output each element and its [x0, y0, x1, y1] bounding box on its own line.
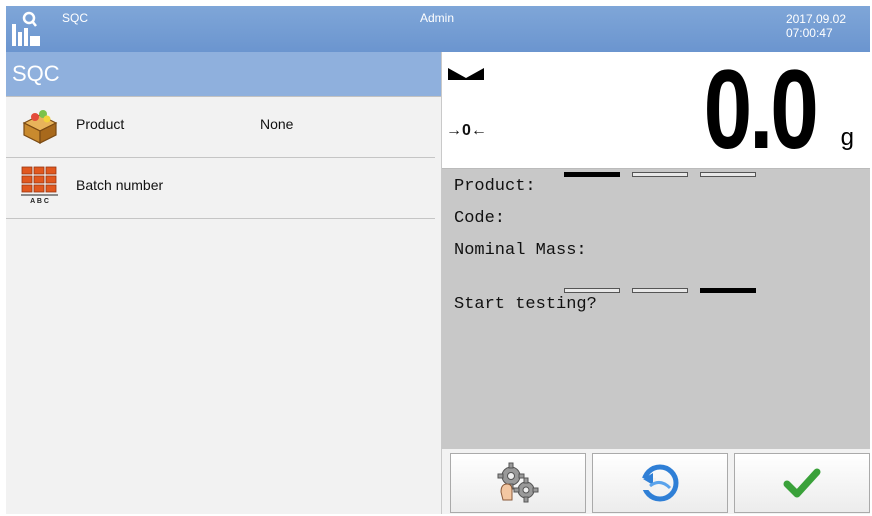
- bar-indicator: [564, 288, 620, 293]
- top-bar: SQC Admin 2017.09.02 07:00:47: [6, 6, 870, 52]
- batch-number-label: Batch number: [76, 177, 164, 193]
- app-window: SQC Admin 2017.09.02 07:00:47 SQC Produc…: [6, 6, 870, 514]
- confirm-button[interactable]: [734, 453, 870, 513]
- back-button[interactable]: [592, 453, 728, 513]
- weight-display: →0← 0.0 g: [442, 52, 870, 169]
- product-value: None: [260, 116, 294, 132]
- confirm-check-icon: [783, 468, 821, 498]
- time-text: 07:00:47: [785, 26, 833, 40]
- list-item-batch-number[interactable]: A B C Batch number: [6, 158, 435, 219]
- nominal-mass-label: Nominal Mass:: [454, 241, 587, 260]
- date-text: 2017.09.02: [785, 12, 846, 26]
- bar-indicator: [564, 172, 620, 177]
- start-testing-prompt: Start testing?: [454, 295, 597, 314]
- bar-indicator: [632, 172, 688, 177]
- product-field-label: Product:: [454, 177, 536, 196]
- settings-button[interactable]: [450, 453, 586, 513]
- date-time: 2017.09.02 07:00:47: [786, 12, 846, 40]
- right-panel: →0← 0.0 g Product: Code: Nominal Mass: S…: [442, 52, 870, 514]
- zero-indicator: →0←: [446, 122, 487, 139]
- code-field-label: Code:: [454, 209, 506, 228]
- product-label: Product: [76, 116, 125, 132]
- left-panel: SQC Product None A B C Batch number: [6, 52, 442, 514]
- weight-value: 0.0: [703, 47, 819, 172]
- list-item-product[interactable]: Product None: [6, 97, 435, 158]
- stability-marker-icon: [448, 68, 484, 80]
- settings-gears-icon: [497, 462, 539, 503]
- back-return-icon: [640, 464, 679, 502]
- info-panel: Product: Code: Nominal Mass: Start testi…: [442, 169, 870, 449]
- bar-indicator: [632, 288, 688, 293]
- svg-text:A B C: A B C: [30, 198, 49, 205]
- panel-title: SQC: [6, 52, 441, 97]
- bar-indicator: [700, 172, 756, 177]
- button-row: [442, 449, 870, 514]
- weight-unit: g: [840, 124, 854, 151]
- batch-abc-icon: A B C: [21, 166, 58, 205]
- bar-indicator: [700, 288, 756, 293]
- app-title: SQC: [62, 11, 89, 25]
- user-name: Admin: [420, 11, 455, 25]
- product-box-icon: [22, 110, 58, 144]
- scale-logo-icon: [12, 11, 40, 46]
